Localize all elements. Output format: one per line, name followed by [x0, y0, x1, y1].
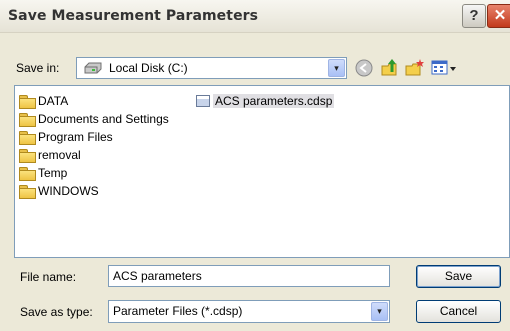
- help-button[interactable]: ?: [462, 4, 486, 28]
- chevron-down-icon[interactable]: ▾: [371, 302, 388, 321]
- save-as-type-dropdown[interactable]: Parameter Files (*.cdsp) ▾: [108, 300, 390, 323]
- folder-icon: [19, 95, 36, 109]
- file-name-field[interactable]: ACS parameters: [108, 265, 390, 287]
- hard-drive-icon: [84, 62, 102, 74]
- save-in-value: Local Disk (C:): [109, 61, 188, 75]
- new-folder-icon[interactable]: [405, 59, 425, 77]
- folder-label: Program Files: [38, 130, 113, 144]
- save-as-type-label: Save as type:: [20, 305, 93, 319]
- folder-item-temp[interactable]: Temp: [19, 165, 67, 181]
- back-icon[interactable]: [355, 59, 373, 77]
- folder-label: Temp: [38, 166, 68, 180]
- title-bar[interactable]: Save Measurement Parameters ? ✕: [0, 0, 510, 33]
- folder-item-removal[interactable]: removal: [19, 147, 81, 163]
- folder-item-program-files[interactable]: Program Files: [19, 129, 113, 145]
- folder-label: removal: [38, 148, 81, 162]
- file-label: ACS parameters.cdsp: [213, 94, 335, 108]
- folder-label: DATA: [38, 94, 69, 108]
- file-name-label: File name:: [20, 270, 77, 284]
- folder-item-documents-and-settings[interactable]: Documents and Settings: [19, 111, 169, 127]
- view-menu-icon[interactable]: [431, 59, 457, 77]
- save-in-dropdown[interactable]: Local Disk (C:) ▾: [76, 57, 347, 79]
- folder-item-data[interactable]: DATA: [19, 93, 68, 109]
- file-list[interactable]: DATA Documents and Settings Program File…: [14, 85, 510, 258]
- folder-icon: [19, 185, 36, 199]
- file-item-acs-parameters[interactable]: ACS parameters.cdsp: [196, 93, 335, 109]
- folder-item-windows[interactable]: WINDOWS: [19, 183, 99, 199]
- up-folder-icon[interactable]: [380, 59, 400, 77]
- folder-icon: [19, 167, 36, 181]
- folder-icon: [19, 113, 36, 127]
- save-as-type-value: Parameter Files (*.cdsp): [113, 304, 243, 318]
- folder-label: Documents and Settings: [38, 112, 169, 126]
- folder-label: WINDOWS: [38, 184, 99, 198]
- save-button[interactable]: Save: [416, 265, 501, 288]
- close-button[interactable]: ✕: [487, 4, 510, 28]
- window-title: Save Measurement Parameters: [8, 8, 259, 24]
- cdsp-file-icon: [196, 95, 210, 107]
- chevron-down-icon[interactable]: ▾: [328, 59, 345, 77]
- save-in-label: Save in:: [16, 61, 60, 75]
- folder-icon: [19, 149, 36, 163]
- folder-icon: [19, 131, 36, 145]
- cancel-button[interactable]: Cancel: [416, 300, 501, 323]
